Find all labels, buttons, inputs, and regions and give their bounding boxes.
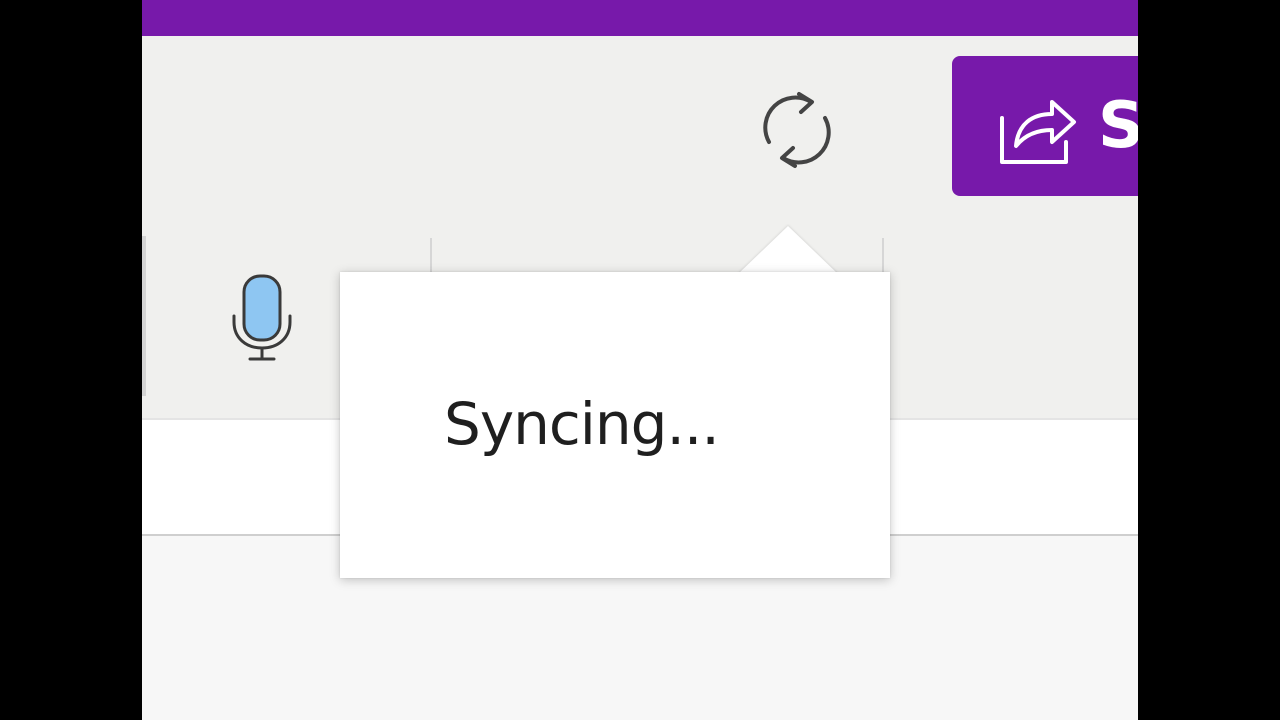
onenote-window: S Syncing... xyxy=(142,0,1138,720)
screen: S Syncing... xyxy=(0,0,1280,720)
tooltip-text: Syncing... xyxy=(444,390,720,458)
share-icon xyxy=(1000,100,1076,164)
microphone-icon xyxy=(232,274,292,361)
sync-icon xyxy=(763,92,831,168)
share-label: S xyxy=(1098,89,1138,163)
share-button[interactable]: S xyxy=(952,56,1138,196)
syncing-tooltip: Syncing... xyxy=(340,272,890,578)
dictate-button[interactable] xyxy=(224,268,308,368)
title-bar xyxy=(142,0,1138,36)
sync-button[interactable] xyxy=(742,70,852,190)
tooltip-arrow xyxy=(738,226,838,274)
ribbon-edge xyxy=(142,236,146,396)
